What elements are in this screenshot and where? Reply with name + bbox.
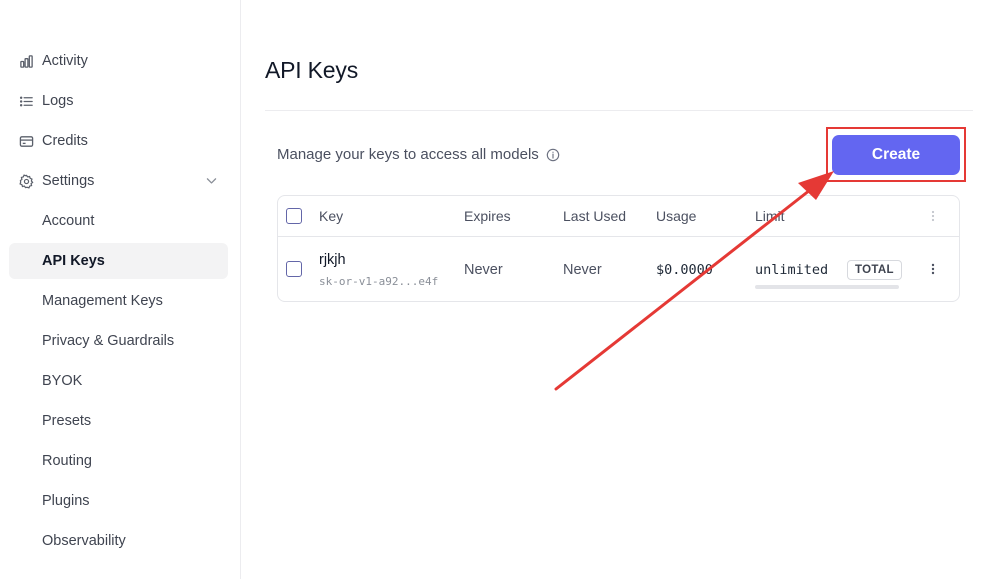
sidebar-item-label: Activity [42,53,88,69]
sidebar-item-label: Plugins [42,493,90,509]
sidebar-item-label: Observability [42,533,126,549]
row-checkbox[interactable] [286,261,302,277]
sidebar-item-label: Account [42,213,95,229]
sidebar-item-label: Credits [42,133,88,149]
column-header-last-used: Last Used [563,208,627,224]
sidebar: Activity Logs Credits Settings Account A… [0,0,241,579]
sidebar-item-label: BYOK [42,373,83,389]
sidebar-item-presets[interactable]: Presets [9,403,228,439]
list-icon [18,93,34,109]
sidebar-item-label: Settings [42,173,95,189]
table-header: Key Expires Last Used Usage Limit [278,196,959,237]
sidebar-item-privacy-guardrails[interactable]: Privacy & Guardrails [9,323,228,359]
header-divider [265,110,973,111]
sidebar-item-routing[interactable]: Routing [9,443,228,479]
sidebar-item-settings[interactable]: Settings [9,163,228,199]
key-limit: unlimited [755,262,829,278]
row-actions-icon[interactable] [926,261,940,277]
limit-type-badge: TOTAL [847,260,902,280]
sidebar-item-credits[interactable]: Credits [9,123,228,159]
sidebar-item-api-keys[interactable]: API Keys [9,243,228,279]
sidebar-item-observability[interactable]: Observability [9,523,228,559]
api-keys-table: Key Expires Last Used Usage Limit rjkjh … [277,195,960,302]
column-header-limit: Limit [755,208,785,224]
key-usage: $0.0000 [656,262,712,278]
key-id: sk-or-v1-a92...e4f [319,275,439,288]
sidebar-item-logs[interactable]: Logs [9,83,228,119]
sidebar-item-plugins[interactable]: Plugins [9,483,228,519]
create-button[interactable]: Create [832,135,960,175]
limit-progress-bar [755,285,899,289]
sidebar-item-account[interactable]: Account [9,203,228,239]
info-icon[interactable] [546,148,560,162]
sidebar-item-label: API Keys [42,253,105,269]
page-description: Manage your keys to access all models [277,146,560,163]
gear-icon [18,173,34,189]
sidebar-item-label: Logs [42,93,74,109]
sidebar-item-label: Routing [42,453,92,469]
sidebar-item-byok[interactable]: BYOK [9,363,228,399]
description-text: Manage your keys to access all models [277,146,539,163]
chevron-down-icon[interactable] [205,174,218,191]
bar-chart-icon [18,53,34,69]
key-last-used: Never [563,262,602,278]
column-header-expires: Expires [464,208,511,224]
key-name: rjkjh [319,252,346,268]
sidebar-item-label: Management Keys [42,293,163,309]
sidebar-item-activity[interactable]: Activity [9,43,228,79]
sidebar-item-label: Privacy & Guardrails [42,333,175,349]
column-header-key: Key [319,208,344,224]
column-options-icon[interactable] [926,208,940,224]
select-all-checkbox[interactable] [286,208,302,224]
credit-card-icon [18,133,34,149]
sidebar-item-management-keys[interactable]: Management Keys [9,283,228,319]
page-title: API Keys [265,57,358,83]
sidebar-item-label: Presets [42,413,92,429]
column-header-usage: Usage [656,208,697,224]
key-expires: Never [464,262,503,278]
